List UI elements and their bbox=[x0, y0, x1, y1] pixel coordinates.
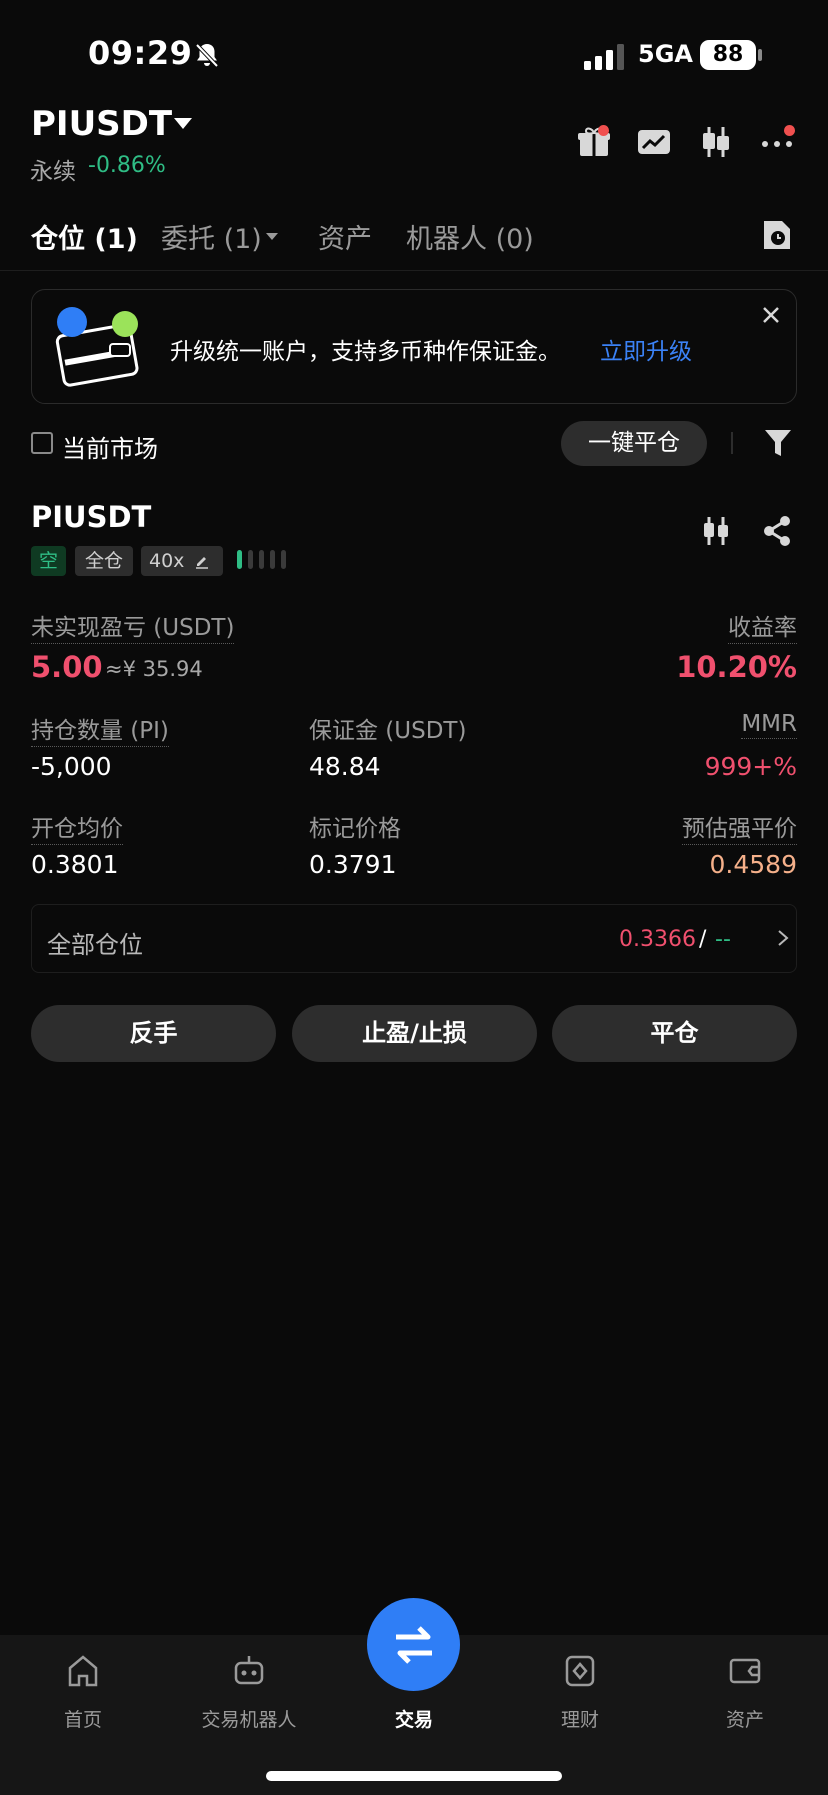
tab-positions[interactable]: 仓位 (1) bbox=[31, 217, 138, 256]
battery-cap bbox=[758, 49, 762, 61]
orders-dropdown-icon[interactable] bbox=[266, 233, 278, 240]
divider bbox=[731, 432, 733, 454]
close-all-button[interactable]: 一键平仓 bbox=[561, 421, 707, 466]
filter-icon[interactable] bbox=[764, 428, 792, 458]
status-time: 09:29 bbox=[88, 34, 193, 72]
risk-bar bbox=[281, 550, 286, 569]
upgrade-banner[interactable]: 升级统一账户，支持多币种作保证金。 立即升级 bbox=[31, 289, 797, 404]
trade-fab-button[interactable] bbox=[367, 1598, 460, 1691]
mmr-label[interactable]: MMR bbox=[741, 711, 797, 739]
mmr-value: 999+% bbox=[704, 752, 797, 781]
finance-icon bbox=[565, 1655, 595, 1687]
mark-price-label: 标记价格 bbox=[309, 816, 401, 842]
price-change: -0.86% bbox=[88, 153, 166, 178]
liq-price-label[interactable]: 预估强平价 bbox=[682, 809, 797, 845]
network-label: 5GA bbox=[638, 40, 693, 68]
nav-finance-label: 理财 bbox=[560, 1709, 599, 1731]
notification-dot bbox=[784, 125, 795, 136]
symbol-title[interactable]: PIUSDT bbox=[31, 104, 172, 144]
risk-bar bbox=[259, 550, 264, 569]
upgrade-link[interactable]: 立即升级 bbox=[600, 332, 692, 366]
nav-home-label: 首页 bbox=[63, 1709, 102, 1731]
margin-mode-badge: 全仓 bbox=[75, 546, 133, 576]
risk-bar bbox=[270, 550, 275, 569]
roe-value: 10.20% bbox=[676, 650, 797, 684]
swap-icon bbox=[396, 1626, 432, 1664]
tab-bots[interactable]: 机器人 (0) bbox=[406, 217, 534, 256]
roe-label[interactable]: 收益率 bbox=[728, 608, 797, 644]
risk-bar bbox=[248, 550, 253, 569]
nav-trading-bot[interactable]: 交易机器人 bbox=[166, 1635, 332, 1755]
tab-orders[interactable]: 委托 (1) bbox=[161, 217, 262, 256]
entry-price-value: 0.3801 bbox=[31, 850, 119, 879]
battery-indicator: 88 bbox=[700, 40, 756, 70]
home-icon bbox=[68, 1655, 98, 1687]
leverage-badge[interactable]: 40x bbox=[141, 546, 223, 576]
status-bar: 09:29 5GA 88 bbox=[0, 0, 828, 110]
chevron-right-icon bbox=[778, 930, 789, 946]
margin-value: 48.84 bbox=[309, 752, 381, 781]
unrealized-pnl-label[interactable]: 未实现盈亏 (USDT) bbox=[31, 608, 235, 644]
contract-type-label: 永续 bbox=[30, 159, 76, 185]
all-positions-label: 全部仓位 bbox=[47, 931, 143, 959]
mark-price-value: 0.3791 bbox=[309, 850, 397, 879]
current-market-checkbox[interactable] bbox=[31, 432, 53, 454]
position-size-label[interactable]: 持仓数量 (PI) bbox=[31, 711, 169, 747]
tp-sl-button[interactable]: 止盈/止损 bbox=[292, 1005, 537, 1062]
nav-trading-bot-label: 交易机器人 bbox=[201, 1709, 297, 1731]
wallet-icon bbox=[729, 1658, 761, 1684]
nav-finance[interactable]: 理财 bbox=[497, 1635, 663, 1755]
position-symbol[interactable]: PIUSDT bbox=[31, 500, 151, 534]
bell-off-icon bbox=[195, 43, 219, 68]
position-size-value: -5,000 bbox=[31, 752, 112, 781]
home-indicator bbox=[266, 1771, 562, 1781]
candlestick-icon[interactable] bbox=[700, 515, 732, 547]
all-positions-price: 0.3366 bbox=[619, 927, 696, 952]
close-position-button[interactable]: 平仓 bbox=[552, 1005, 797, 1062]
risk-bar bbox=[237, 550, 242, 569]
side-badge: 空 bbox=[31, 546, 66, 576]
history-doc-icon[interactable] bbox=[761, 218, 793, 252]
notification-dot bbox=[598, 125, 609, 136]
card-chart-icon[interactable] bbox=[636, 124, 672, 160]
robot-icon bbox=[234, 1656, 264, 1685]
tab-assets[interactable]: 资产 bbox=[318, 217, 372, 256]
all-positions-dash: -- bbox=[715, 927, 731, 952]
symbol-dropdown-icon[interactable] bbox=[174, 118, 192, 129]
all-positions-row[interactable]: 全部仓位 0.3366 / -- bbox=[31, 904, 797, 973]
unrealized-pnl-cny: ≈¥ 35.94 bbox=[105, 657, 203, 681]
entry-price-label[interactable]: 开仓均价 bbox=[31, 809, 123, 845]
nav-assets[interactable]: 资产 bbox=[662, 1635, 828, 1755]
candlestick-icon[interactable] bbox=[698, 124, 734, 160]
signal-icon bbox=[584, 44, 624, 70]
current-market-label[interactable]: 当前市场 bbox=[62, 429, 158, 464]
margin-label: 保证金 (USDT) bbox=[309, 718, 467, 744]
wallet-illustration-icon bbox=[55, 307, 139, 387]
tab-divider bbox=[0, 270, 828, 271]
banner-text: 升级统一账户，支持多币种作保证金。 bbox=[170, 339, 561, 365]
nav-trade-label: 交易 bbox=[394, 1709, 433, 1731]
leverage-value: 40x bbox=[149, 550, 185, 572]
share-icon[interactable] bbox=[762, 515, 792, 547]
edit-icon[interactable] bbox=[194, 553, 210, 569]
nav-assets-label: 资产 bbox=[725, 1709, 764, 1731]
unrealized-pnl-value: 5.00 bbox=[31, 650, 103, 684]
nav-home[interactable]: 首页 bbox=[0, 1635, 166, 1755]
liq-price-value: 0.4589 bbox=[709, 850, 797, 879]
all-positions-separator: / bbox=[699, 927, 707, 952]
reverse-button[interactable]: 反手 bbox=[31, 1005, 276, 1062]
close-icon[interactable] bbox=[760, 304, 782, 326]
